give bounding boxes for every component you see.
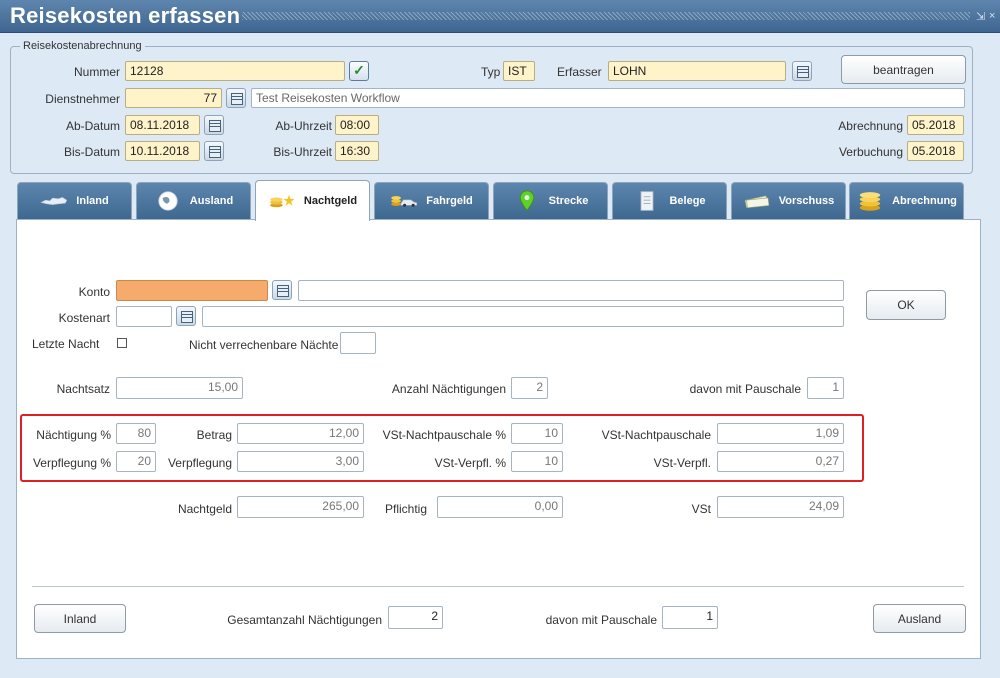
- tab-vorschuss[interactable]: Vorschuss: [731, 182, 846, 219]
- gesamtanzahl-label: Gesamtanzahl Nächtigungen: [227, 613, 382, 627]
- konto-label: Konto: [78, 285, 110, 299]
- close-icon[interactable]: ×: [989, 10, 995, 22]
- beantragen-button[interactable]: beantragen: [841, 55, 966, 84]
- bis-uhrzeit-field[interactable]: 16:30: [335, 141, 379, 161]
- tab-belege-label: Belege: [669, 195, 706, 207]
- davon-pauschale-label: davon mit Pauschale: [689, 382, 801, 396]
- title-grip: [242, 12, 970, 20]
- minimize-icon[interactable]: ⇲: [976, 10, 985, 23]
- tab-strecke-label: Strecke: [548, 195, 589, 207]
- nummer-field[interactable]: 12128: [125, 61, 345, 81]
- kostenart-description[interactable]: [202, 306, 844, 327]
- bis-datum-label: Bis-Datum: [63, 145, 120, 159]
- tab-vorschuss-label: Vorschuss: [778, 195, 835, 207]
- anzahl-naechtigungen-label: Anzahl Nächtigungen: [391, 382, 506, 396]
- konto-lookup-icon[interactable]: [272, 280, 292, 300]
- typ-label: Typ: [481, 65, 501, 79]
- bis-datum-field[interactable]: 10.11.2018: [125, 141, 200, 161]
- nachtsatz-label: Nachtsatz: [56, 382, 110, 396]
- tab-ausland[interactable]: Ausland: [136, 182, 251, 219]
- footer-davon-label: davon mit Pauschale: [545, 613, 657, 627]
- dienstnehmer-field[interactable]: 77: [125, 88, 222, 108]
- tab-fahrgeld[interactable]: Fahrgeld: [374, 182, 489, 219]
- nicht-verrechenbar-label: Nicht verrechenbare Nächte: [189, 338, 339, 352]
- erfasser-field[interactable]: LOHN: [608, 61, 786, 81]
- erfasser-lookup-icon[interactable]: [792, 61, 812, 81]
- kostenart-field[interactable]: [116, 306, 172, 327]
- pflichtig-label: Pflichtig: [385, 502, 428, 516]
- ab-datum-field[interactable]: 08.11.2018: [125, 115, 200, 135]
- ab-uhrzeit-label: Ab-Uhrzeit: [275, 119, 332, 133]
- erfasser-label: Erfasser: [557, 65, 602, 79]
- letzte-nacht-checkbox[interactable]: [117, 338, 127, 348]
- dienstnehmer-description: Test Reisekosten Workflow: [251, 88, 965, 108]
- dienstnehmer-label: Dienstnehmer: [45, 92, 120, 106]
- verbuchung-label: Verbuchung: [838, 145, 903, 159]
- tab-fahrgeld-label: Fahrgeld: [426, 195, 473, 207]
- inland-button[interactable]: Inland: [34, 604, 126, 633]
- vst-label: VSt: [691, 502, 711, 516]
- coins-car-icon: [391, 196, 418, 207]
- tab-abrechnung[interactable]: Abrechnung: [849, 182, 964, 219]
- money-bills-icon: [744, 195, 769, 209]
- verbuchung-field[interactable]: 05.2018: [907, 141, 964, 161]
- nummer-label: Nummer: [73, 65, 120, 79]
- nachtgeld-label: Nachtgeld: [177, 502, 232, 516]
- pflichtig-field[interactable]: 0,00: [437, 496, 563, 518]
- nachtsatz-field[interactable]: 15,00: [116, 377, 243, 399]
- ab-datum-label: Ab-Datum: [65, 119, 120, 133]
- bis-datum-calendar-icon[interactable]: [204, 141, 224, 161]
- check-icon[interactable]: ✓: [349, 61, 369, 81]
- abrechnung-field[interactable]: 05.2018: [907, 115, 964, 135]
- footer-divider: [32, 586, 964, 587]
- nicht-verrechenbar-field[interactable]: [340, 332, 376, 354]
- davon-pauschale-field[interactable]: 1: [807, 377, 844, 399]
- tab-strecke[interactable]: Strecke: [493, 182, 608, 219]
- tab-nachtgeld[interactable]: Nachtgeld: [255, 180, 370, 221]
- konto-field[interactable]: [116, 280, 268, 301]
- map-pin-icon: [519, 190, 534, 211]
- ausland-button[interactable]: Ausland: [873, 604, 966, 633]
- letzte-nacht-label: Letzte Nacht: [32, 337, 100, 351]
- vst-field[interactable]: 24,09: [717, 496, 844, 518]
- coins-stack-icon: [859, 192, 881, 211]
- gesamtanzahl-field[interactable]: 2: [388, 606, 443, 629]
- konto-description[interactable]: [298, 280, 844, 301]
- ab-uhrzeit-field[interactable]: 08:00: [335, 115, 379, 135]
- tab-inland-label: Inland: [76, 195, 109, 207]
- tab-nachtgeld-label: Nachtgeld: [303, 195, 358, 207]
- abrechnung-label: Abrechnung: [838, 119, 903, 133]
- coins-stars-icon: [270, 194, 295, 208]
- tab-inland[interactable]: Inland: [17, 182, 132, 219]
- highlight-box: [20, 414, 864, 482]
- dienstnehmer-lookup-icon[interactable]: [226, 88, 246, 108]
- group-legend: Reisekostenabrechnung: [20, 40, 145, 52]
- nachtgeld-field[interactable]: 265,00: [237, 496, 364, 518]
- bis-uhrzeit-label: Bis-Uhrzeit: [273, 145, 332, 159]
- globe-icon: [158, 191, 178, 211]
- austria-map-icon: [40, 197, 68, 205]
- kostenart-label: Kostenart: [58, 311, 110, 325]
- title-bar: Reisekosten erfassen ⇲ ×: [0, 0, 1000, 33]
- receipt-icon: [641, 191, 654, 211]
- tab-ausland-label: Ausland: [189, 195, 234, 207]
- ok-button[interactable]: OK: [866, 290, 946, 320]
- window-title: Reisekosten erfassen: [10, 3, 241, 28]
- kostenart-lookup-icon[interactable]: [176, 306, 196, 326]
- anzahl-naechtigungen-field[interactable]: 2: [511, 377, 548, 399]
- typ-field[interactable]: IST: [503, 61, 535, 81]
- footer-davon-field[interactable]: 1: [662, 606, 718, 629]
- tab-abrechnung-label: Abrechnung: [892, 195, 957, 207]
- tab-belege[interactable]: Belege: [612, 182, 727, 219]
- ab-datum-calendar-icon[interactable]: [204, 115, 224, 135]
